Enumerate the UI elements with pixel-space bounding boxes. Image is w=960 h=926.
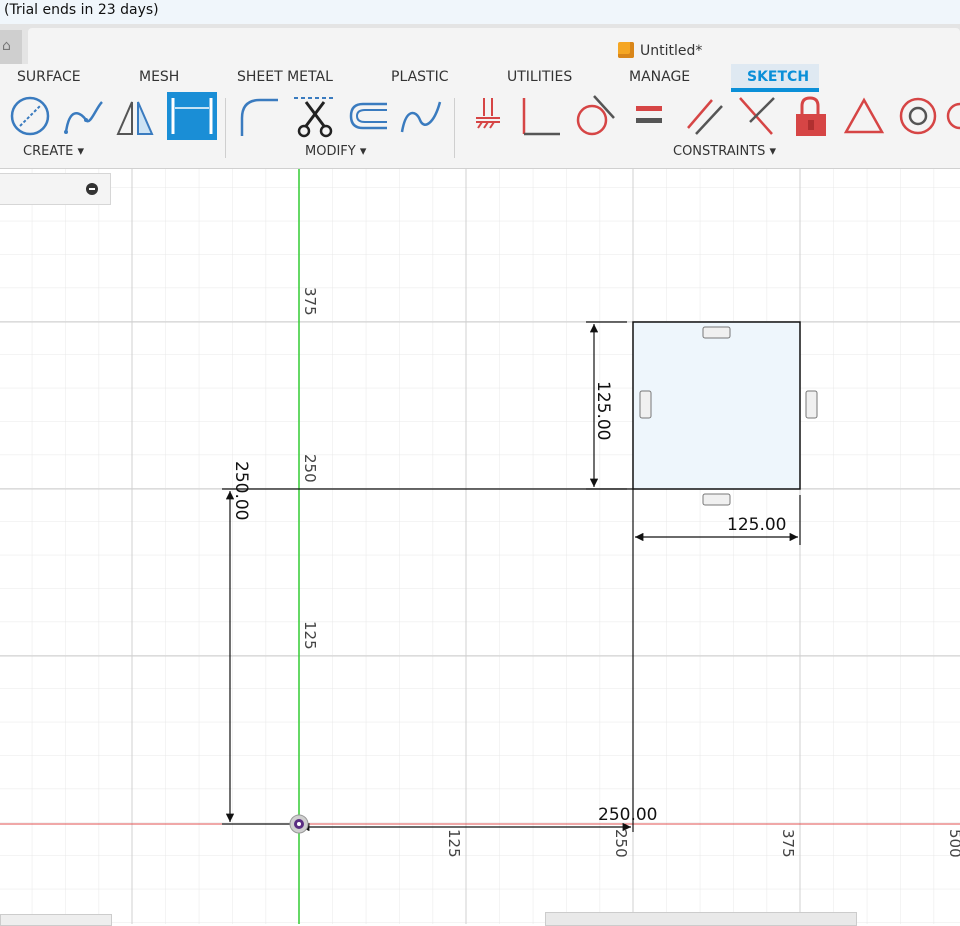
ruler-label-x-375: 375 bbox=[779, 829, 797, 858]
document-tab-strip: ⌂ Untitled* bbox=[0, 24, 960, 64]
height-dimension-value[interactable]: 125.00 bbox=[593, 381, 613, 440]
tab-mesh[interactable]: MESH bbox=[139, 69, 179, 85]
circle-tool-icon[interactable] bbox=[8, 94, 54, 140]
sketch-curve-tool-icon[interactable] bbox=[398, 94, 444, 140]
parallel-constraint-icon[interactable] bbox=[682, 94, 728, 140]
vertical-offset-value[interactable]: 250.00 bbox=[231, 461, 251, 520]
ruler-label-x-125: 125 bbox=[445, 829, 463, 858]
create-group-label[interactable]: CREATE ▾ bbox=[23, 144, 84, 159]
vertical-constraint-icon[interactable] bbox=[805, 390, 818, 419]
tab-sketch[interactable]: SKETCH bbox=[747, 69, 809, 85]
ribbon-separator bbox=[225, 98, 226, 158]
document-title: Untitled* bbox=[618, 42, 702, 59]
sketch-dimension-tool-icon[interactable] bbox=[167, 92, 217, 140]
mirror-tool-icon[interactable] bbox=[112, 94, 158, 140]
width-dimension-value[interactable]: 125.00 bbox=[727, 515, 786, 535]
ribbon-separator bbox=[454, 98, 455, 158]
ruler-label-y-375: 375 bbox=[301, 287, 319, 316]
tab-plastic[interactable]: PLASTIC bbox=[391, 69, 448, 85]
tangent-constraint-icon[interactable] bbox=[570, 94, 616, 140]
offset-tool-icon[interactable] bbox=[345, 94, 391, 140]
document-tab[interactable]: Untitled* bbox=[28, 28, 960, 64]
fillet-tool-icon[interactable] bbox=[236, 94, 282, 140]
browser-panel bbox=[0, 173, 111, 205]
ruler-label-x-500: 500 bbox=[946, 829, 960, 858]
modify-group-label[interactable]: MODIFY ▾ bbox=[305, 144, 366, 159]
active-tab-underline bbox=[731, 88, 819, 92]
more-constraints-icon[interactable] bbox=[944, 94, 960, 140]
spline-tool-icon[interactable] bbox=[60, 94, 106, 140]
horizontal-constraint-icon[interactable] bbox=[702, 326, 731, 339]
collapse-icon[interactable] bbox=[86, 183, 98, 195]
equal-constraint-icon[interactable] bbox=[626, 94, 672, 140]
ribbon-toolbar: SURFACE MESH SHEET METAL PLASTIC UTILITI… bbox=[0, 64, 960, 169]
trim-scissors-icon[interactable] bbox=[292, 94, 338, 140]
tab-sheet-metal[interactable]: SHEET METAL bbox=[237, 69, 333, 85]
home-icon: ⌂ bbox=[2, 38, 11, 54]
coincident-constraint-icon[interactable] bbox=[734, 94, 780, 140]
triangle-constraint-icon[interactable] bbox=[842, 94, 888, 140]
ruler-label-y-250: 250 bbox=[301, 454, 319, 483]
sketch-canvas[interactable]: 375 250 125 125 250 375 500 125.00 125.0… bbox=[0, 169, 960, 924]
constraints-group-label[interactable]: CONSTRAINTS ▾ bbox=[673, 144, 776, 159]
horizontal-constraint-icon[interactable] bbox=[702, 493, 731, 506]
ruler-label-y-125: 125 bbox=[301, 621, 319, 650]
title-bar: (Trial ends in 23 days) bbox=[0, 0, 960, 24]
origin-point-icon[interactable] bbox=[289, 814, 309, 834]
trial-notice: (Trial ends in 23 days) bbox=[4, 2, 159, 18]
concentric-constraint-icon[interactable] bbox=[896, 94, 942, 140]
cube-icon bbox=[618, 42, 634, 58]
home-tab[interactable]: ⌂ bbox=[0, 30, 22, 64]
lock-constraint-icon[interactable] bbox=[788, 94, 834, 140]
fix-constraint-icon[interactable] bbox=[466, 94, 512, 140]
tab-surface[interactable]: SURFACE bbox=[17, 69, 81, 85]
sketch-rectangle[interactable] bbox=[632, 321, 801, 490]
comments-panel-stub bbox=[0, 914, 112, 926]
vertical-constraint-icon[interactable] bbox=[639, 390, 652, 419]
horizontal-offset-value[interactable]: 250.00 bbox=[598, 805, 657, 825]
tab-utilities[interactable]: UTILITIES bbox=[507, 69, 572, 85]
ruler-label-x-250: 250 bbox=[612, 829, 630, 858]
document-title-label: Untitled* bbox=[640, 43, 703, 59]
tab-manage[interactable]: MANAGE bbox=[629, 69, 690, 85]
perpendicular-constraint-icon[interactable] bbox=[516, 94, 562, 140]
